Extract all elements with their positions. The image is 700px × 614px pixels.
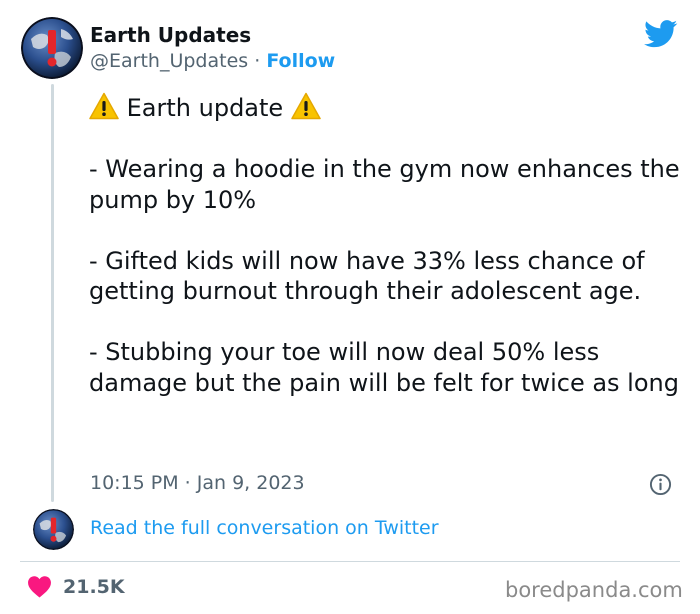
warning-icon <box>291 92 321 120</box>
read-conversation-link[interactable]: Read the full conversation on Twitter <box>90 517 439 539</box>
watermark: boredpanda.com <box>505 578 683 602</box>
thread-line <box>51 84 54 502</box>
divider <box>20 561 680 562</box>
author-handle[interactable]: @Earth_Updates <box>90 50 248 72</box>
tweet-timestamp[interactable]: 10:15 PM · Jan 9, 2023 <box>90 472 305 494</box>
tweet-text: Earth update - Wearing a hoodie in the g… <box>89 92 684 398</box>
tweet-title: Earth update <box>126 94 284 122</box>
earth-avatar-icon <box>33 509 74 550</box>
like-count[interactable]: 21.5K <box>63 576 125 598</box>
tweet-paragraph: - Wearing a hoodie in the gym now enhanc… <box>89 155 680 214</box>
twitter-bird-icon[interactable] <box>644 20 678 48</box>
info-icon[interactable] <box>649 473 672 496</box>
author-meta: @Earth_Updates · Follow <box>90 50 335 72</box>
heart-icon[interactable] <box>27 575 52 598</box>
follow-button[interactable]: Follow <box>266 50 335 72</box>
warning-icon <box>89 92 119 120</box>
tweet-title-line: Earth update <box>89 92 684 124</box>
thread-avatar[interactable] <box>33 509 74 550</box>
meta-separator: · <box>254 50 261 72</box>
tweet-paragraph: - Gifted kids will now have 33% less cha… <box>89 246 645 306</box>
avatar[interactable] <box>21 17 83 79</box>
tweet-paragraph: - Stubbing your toe will now deal 50% le… <box>89 338 679 397</box>
author-name[interactable]: Earth Updates <box>90 23 251 47</box>
earth-avatar-icon <box>21 17 83 79</box>
